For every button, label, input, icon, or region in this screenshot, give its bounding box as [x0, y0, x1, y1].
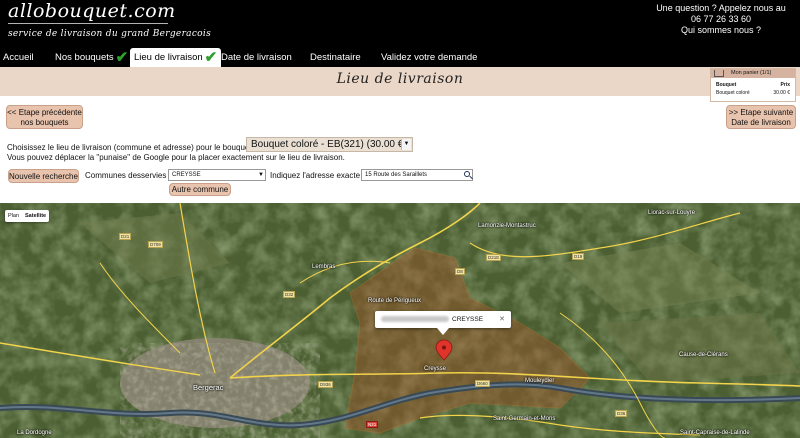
site-header: allobouquet.com service de livraison du … [0, 0, 800, 48]
checkmark-icon: ✔ [115, 49, 129, 66]
bouquet-select-value: Bouquet coloré - EB(321) (30.00 €) [251, 139, 407, 150]
other-commune-button[interactable]: Autre commune [169, 183, 231, 196]
logo-underline [8, 23, 168, 24]
next-label-1: >> Etape suivante [728, 108, 794, 117]
tab-date-de-livraison[interactable]: Date de livraison [221, 48, 292, 67]
tab-lieu-de-livraison[interactable]: Lieu de livraison ✔ [130, 48, 222, 67]
place-label: Saint-Capraise-de-Lalinde [680, 430, 750, 436]
road-number: D19 [572, 253, 585, 260]
chevron-down-icon: ▼ [258, 172, 264, 178]
contact-block: Une question ? Appelez nous au 06 77 26 … [646, 3, 796, 36]
place-label: Liorac-sur-Louyre [648, 210, 696, 216]
map-type-plan[interactable]: Plan [5, 210, 22, 222]
road-number: D8 [455, 268, 465, 275]
address-input-value: 15 Route des Saraillets [365, 172, 428, 178]
contact-question: Une question ? Appelez nous au [656, 3, 786, 13]
place-label: Creysse [424, 366, 447, 372]
prev-label-2: nos bouquets [20, 118, 69, 127]
site-tagline: service de livraison du grand Bergeracoi… [8, 29, 211, 39]
page-title: Lieu de livraison [336, 71, 464, 87]
address-input[interactable]: 15 Route des Saraillets [361, 169, 473, 181]
road-number: D36 [615, 410, 628, 417]
cart-header: Mon panier (1/1) [711, 69, 795, 78]
prev-label-1: << Etape précédente [7, 108, 82, 117]
tab-accueil[interactable]: Accueil [3, 48, 34, 67]
site-logo[interactable]: allobouquet.com [8, 0, 176, 22]
road-number: D660 [475, 380, 490, 387]
road-number: D21 [119, 233, 132, 240]
tab-nos-bouquets[interactable]: Nos bouquets ✔ [55, 48, 128, 67]
info-window: CREYSSE ✕ [375, 311, 511, 335]
commune-select-value: CREYSSE [172, 172, 201, 178]
road-number: D21E [486, 254, 502, 261]
place-label: Bergerac [193, 383, 224, 392]
contact-phone[interactable]: 06 77 26 33 60 [646, 14, 796, 25]
cart-item-name: Bouquet coloré [716, 90, 750, 96]
cart-item-price: 30.00 € [773, 90, 790, 96]
new-search-button[interactable]: Nouvelle recherche [8, 169, 79, 183]
place-label: Lamonzie-Montastruc [478, 223, 536, 229]
google-map[interactable]: Plan Satellite CREYSSE ✕ Lembras Lamonzi… [0, 203, 800, 438]
tab-label: Nos bouquets [55, 52, 114, 63]
title-bar: Lieu de livraison [0, 67, 800, 96]
map-type-satellite[interactable]: Satellite [22, 210, 49, 222]
tab-label: Lieu de livraison [134, 52, 203, 63]
place-label: Route de Périgueux [368, 298, 422, 304]
road-number: D32 [283, 291, 296, 298]
close-icon[interactable]: ✕ [499, 311, 505, 328]
cart-title: Mon panier (1/1) [731, 70, 772, 76]
place-label: La Dordogne [17, 430, 52, 436]
chevron-down-icon: ▼ [401, 139, 411, 150]
cart-col-price: Prix [780, 82, 790, 88]
place-label: Cause-de-Clérans [679, 352, 728, 358]
road-number: N21 [366, 421, 379, 428]
cart-col-bouquet: Bouquet [716, 82, 737, 88]
address-label: Indiquez l'adresse exacte : [270, 171, 365, 180]
tab-label: Date de livraison [221, 52, 292, 63]
bouquet-select[interactable]: Bouquet coloré - EB(321) (30.00 €) ▼ [246, 137, 413, 152]
cart-widget[interactable]: Mon panier (1/1) Bouquet Prix Bouquet co… [710, 68, 796, 102]
tab-label: Destinataire [310, 52, 361, 63]
previous-step-button[interactable]: << Etape précédente nos bouquets [6, 105, 83, 129]
commune-select[interactable]: CREYSSE ▼ [168, 169, 266, 181]
map-type-control[interactable]: Plan Satellite [5, 210, 50, 222]
next-label-2: Date de livraison [731, 118, 791, 127]
tab-destinataire[interactable]: Destinataire [310, 48, 361, 67]
tab-label: Validez votre demande [381, 52, 478, 63]
checkmark-icon: ✔ [204, 49, 218, 66]
tab-validez[interactable]: Validez votre demande [381, 48, 477, 67]
redacted-address [381, 316, 449, 323]
road-number: D709 [148, 241, 163, 248]
info-window-text: CREYSSE [452, 316, 484, 323]
next-step-button[interactable]: >> Etape suivante Date de livraison [726, 105, 796, 129]
place-label: Lembras [312, 264, 336, 270]
road-number: D936 [318, 381, 333, 388]
cart-icon [714, 70, 724, 77]
communes-label: Communes desservies : [85, 171, 171, 180]
search-icon[interactable] [464, 171, 470, 177]
place-label: Saint-Germain-et-Mons [493, 416, 556, 422]
move-pin-text: Vous pouvez déplacer la "punaise" de Goo… [7, 153, 345, 162]
step-tabs: Accueil Nos bouquets ✔ Lieu de livraison ✔… [0, 48, 800, 67]
about-link[interactable]: Qui sommes nous ? [646, 25, 796, 36]
cart-columns: Bouquet Prix [711, 81, 795, 89]
cart-row: Bouquet coloré 30.00 € [711, 89, 795, 97]
tab-label: Accueil [3, 52, 34, 63]
place-label: Mouleydier [525, 378, 555, 384]
choose-location-text: Choisissez le lieu de livraison (commune… [7, 143, 252, 152]
